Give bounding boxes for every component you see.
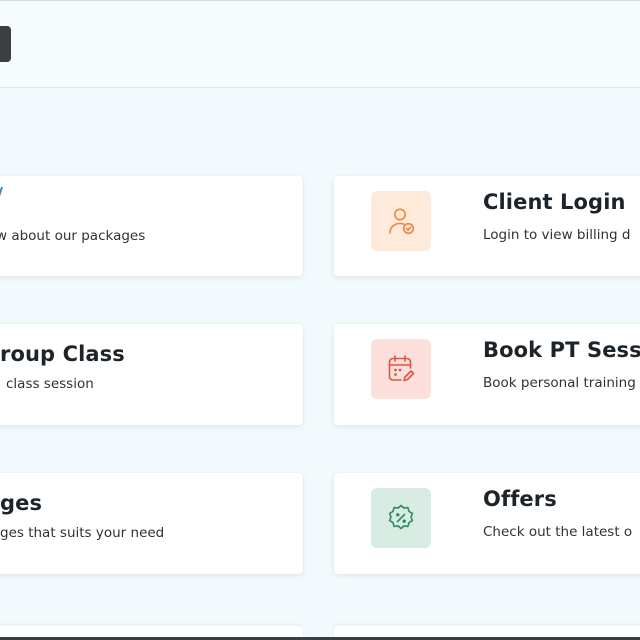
icon-tile (371, 488, 431, 548)
card-desc: w about our packages (0, 228, 146, 244)
card-packages-info[interactable]: / w about our packages (0, 176, 303, 276)
card-title: Offers (483, 487, 557, 511)
card-title: Book PT Sessi (483, 338, 640, 362)
card-group-class[interactable]: roup Class class session (0, 324, 303, 425)
menu-button[interactable] (0, 26, 11, 62)
card-packages[interactable]: ges ges that suits your need (0, 473, 303, 574)
card-desc: Book personal training (483, 375, 636, 391)
card-title-fragment: / (0, 184, 3, 205)
icon-tile (371, 191, 431, 251)
card-desc: Check out the latest o (483, 524, 633, 540)
icon-tile (371, 339, 431, 399)
card-book-pt-session[interactable]: Book PT Sessi Book personal training (334, 324, 640, 425)
card-title: roup Class (0, 342, 125, 366)
card-desc: class session (6, 376, 94, 392)
card-title: Client Login (483, 190, 626, 214)
card-client-login[interactable]: Client Login Login to view billing d (334, 176, 640, 276)
card-desc: Login to view billing d (483, 227, 631, 243)
user-check-icon (389, 208, 415, 235)
card-title: ges (0, 491, 43, 515)
card-offers[interactable]: Offers Check out the latest o (334, 473, 640, 574)
card-desc: ges that suits your need (0, 525, 165, 541)
calendar-edit-icon (388, 355, 415, 382)
top-header (0, 0, 640, 88)
discount-badge-icon (388, 504, 414, 530)
header-top-border (0, 0, 640, 1)
